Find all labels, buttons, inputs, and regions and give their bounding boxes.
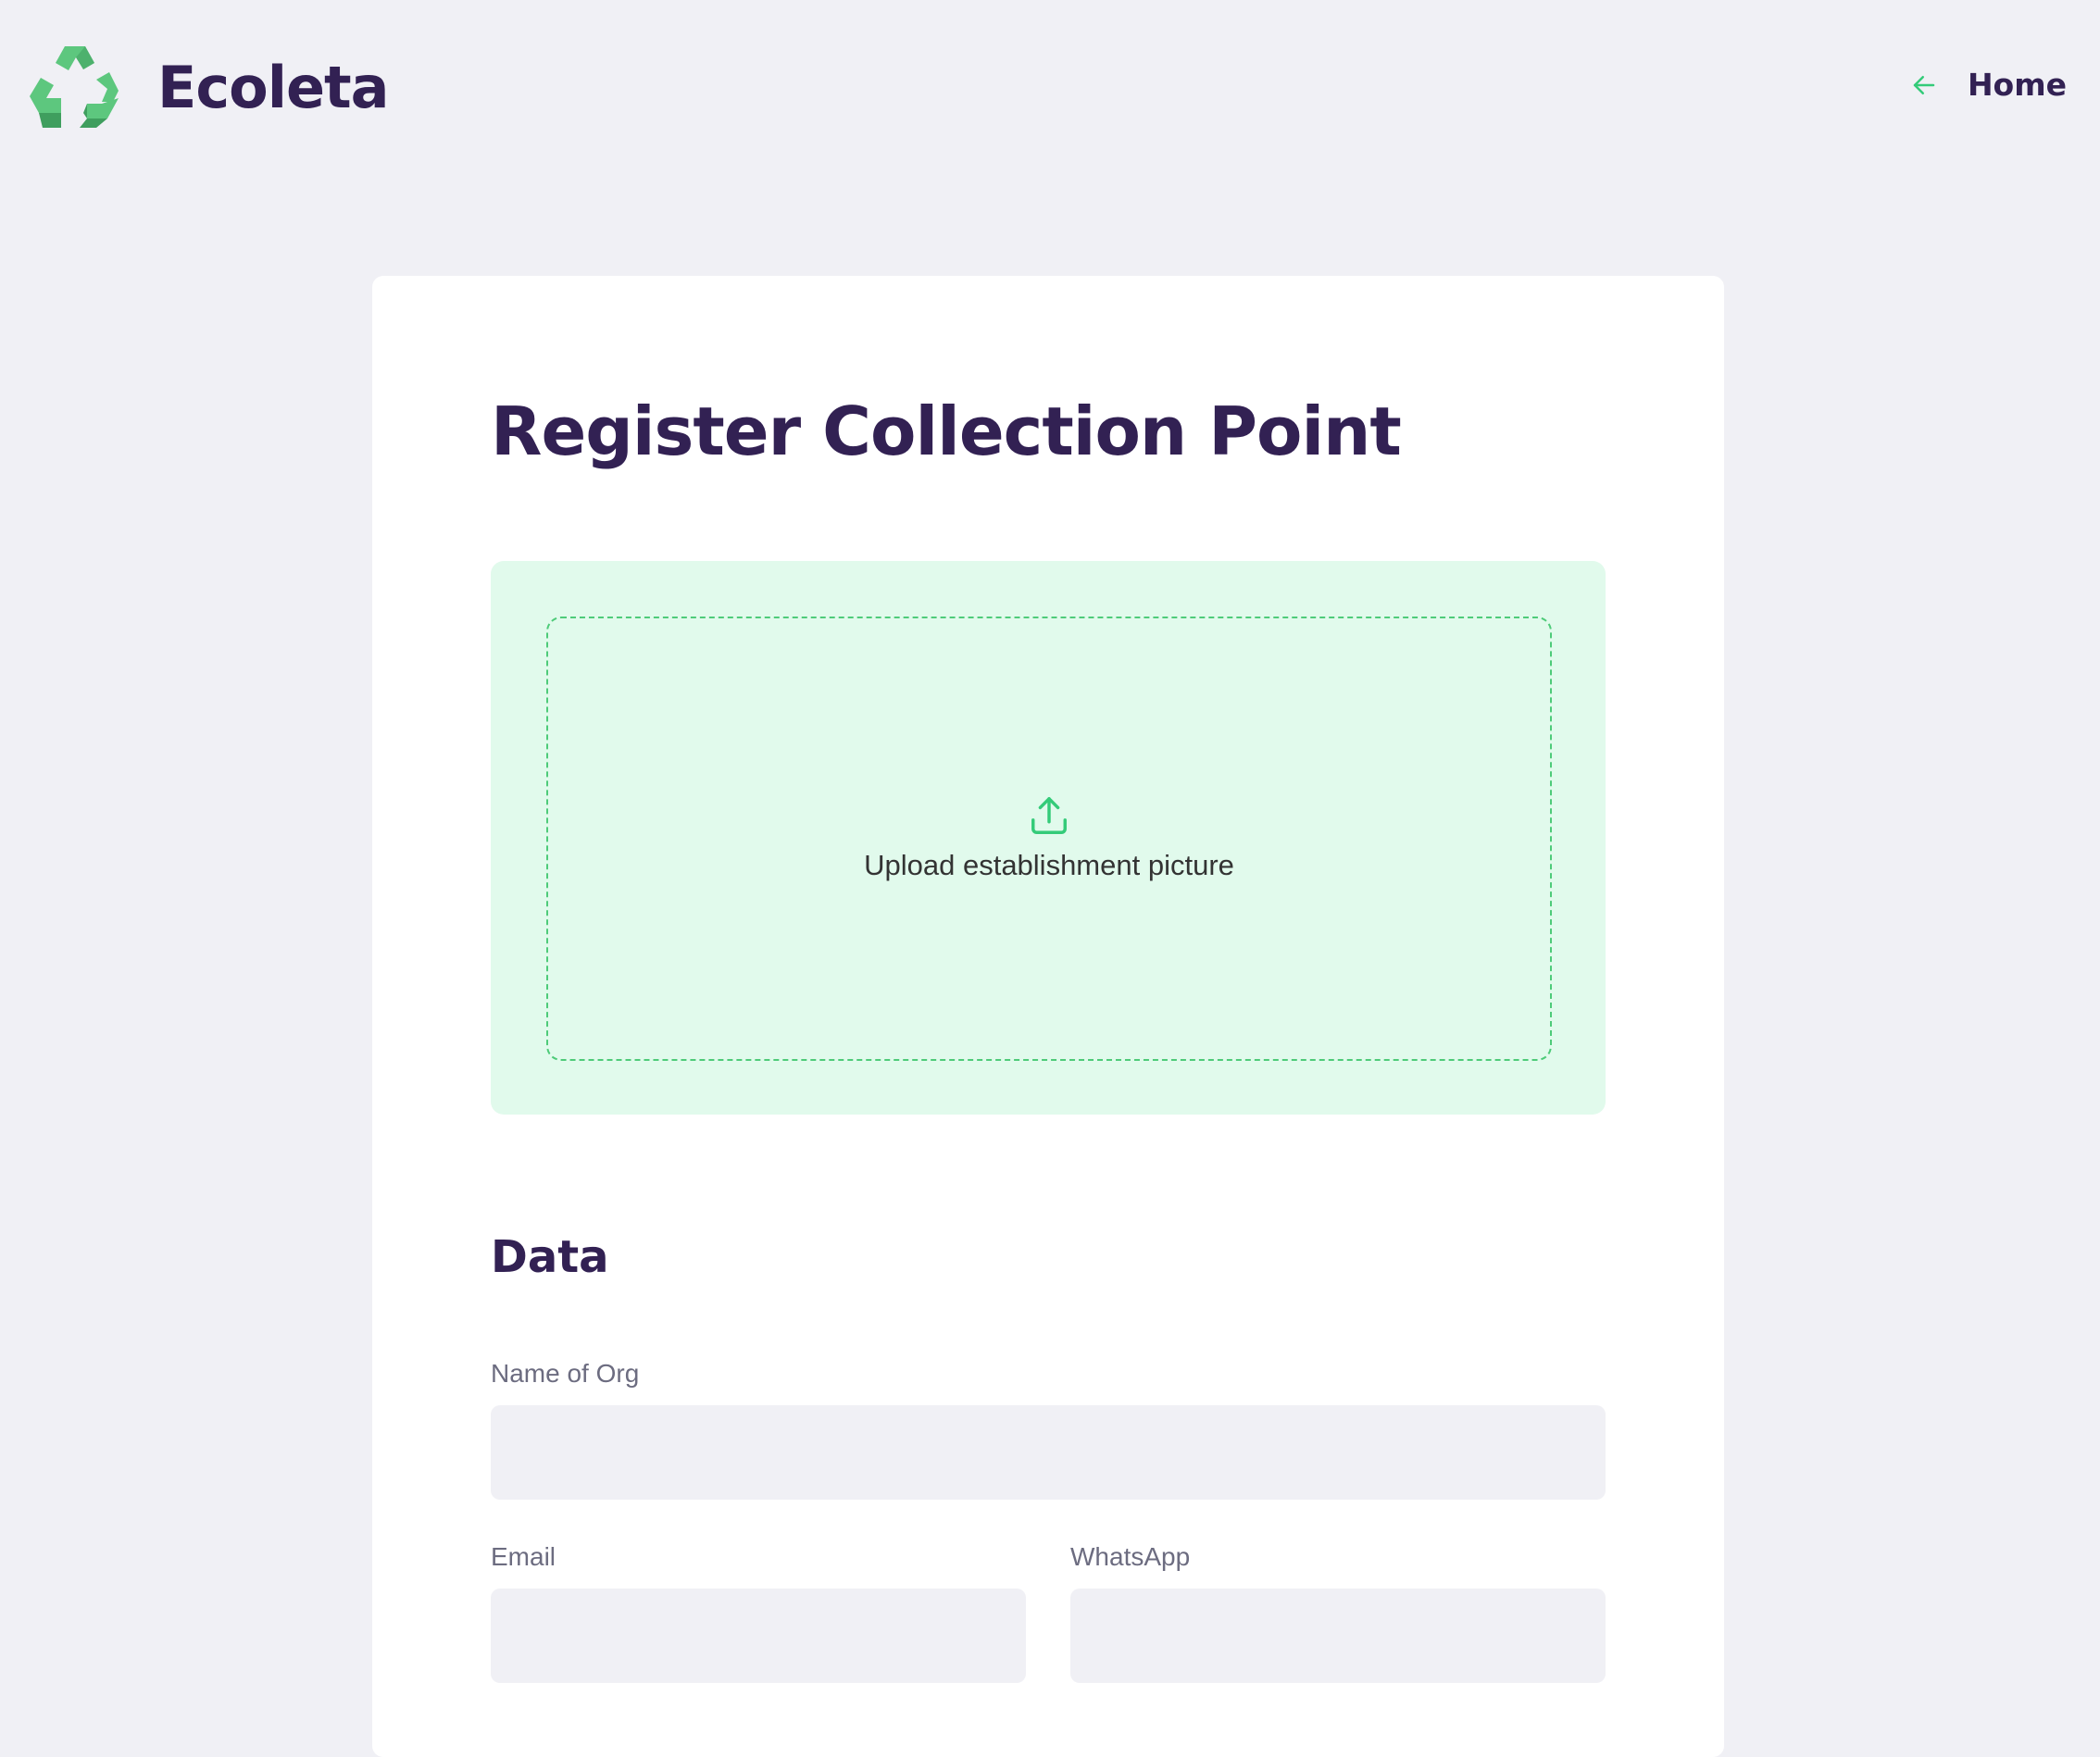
whatsapp-input[interactable] [1070, 1589, 1606, 1683]
section-title-data: Data [491, 1231, 609, 1283]
dropzone-dashed-area[interactable]: Upload establishment picture [546, 617, 1552, 1061]
app-name: Ecoleta [157, 53, 389, 121]
name-field-label: Name of Org [491, 1359, 640, 1388]
page-title: Register Collection Point [491, 393, 1402, 470]
whatsapp-field-label: WhatsApp [1070, 1542, 1191, 1571]
form-card: Register Collection Point Upload establi… [372, 276, 1724, 1757]
home-link-label: Home [1967, 67, 2067, 103]
logo[interactable]: Ecoleta [28, 44, 389, 130]
page-header: Ecoleta Home [0, 0, 2100, 176]
name-of-org-input[interactable] [491, 1405, 1606, 1500]
email-input[interactable] [491, 1589, 1026, 1683]
upload-label: Upload establishment picture [864, 849, 1234, 881]
home-link[interactable]: Home [1910, 67, 2067, 103]
recycle-icon [30, 46, 119, 128]
arrow-left-icon [1913, 75, 1935, 94]
email-field-label: Email [491, 1542, 556, 1571]
upload-icon [1031, 797, 1067, 834]
image-dropzone[interactable]: Upload establishment picture [491, 561, 1606, 1115]
